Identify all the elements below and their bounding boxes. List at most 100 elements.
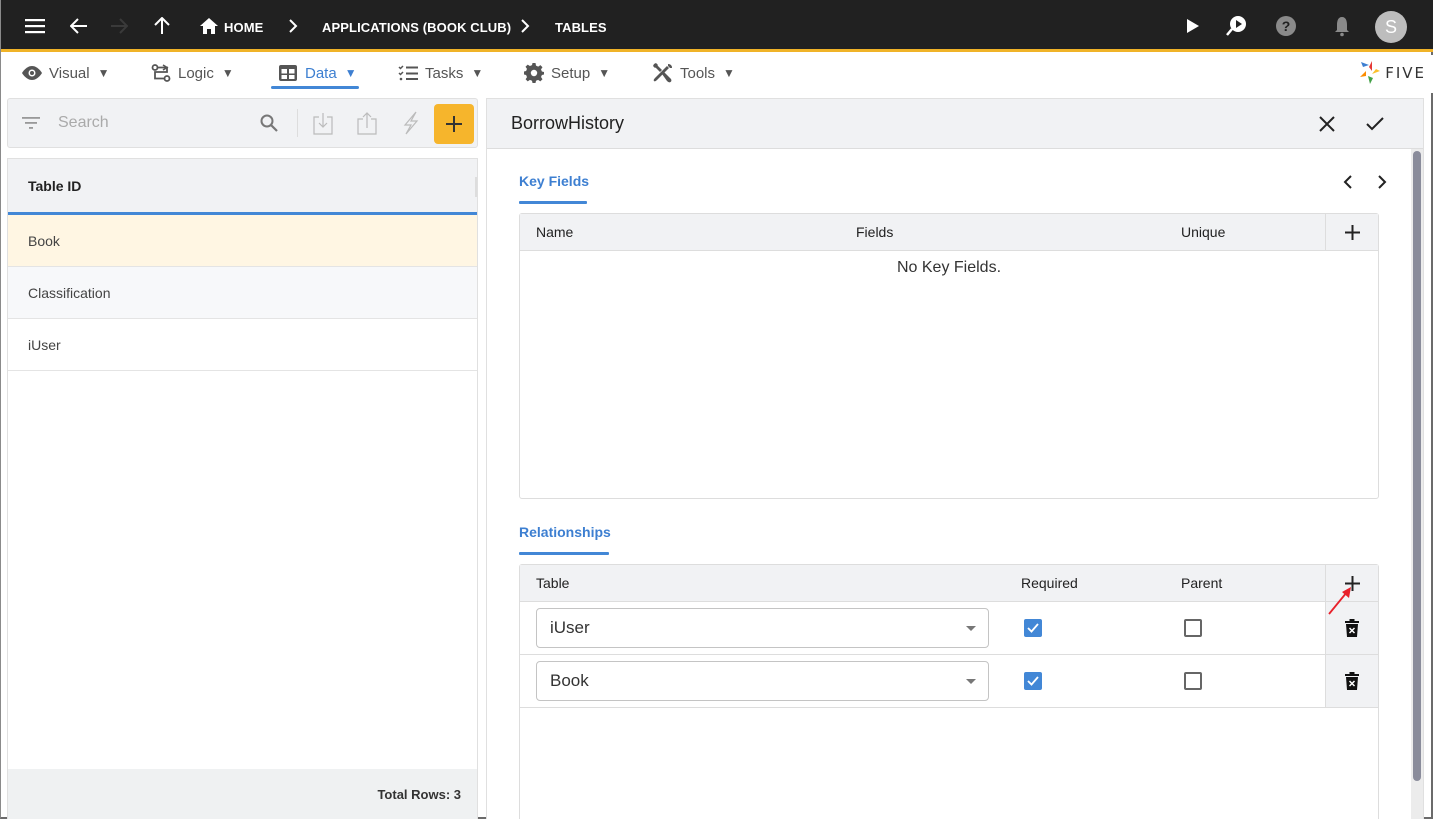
- menu-visual[interactable]: Visual ▼: [22, 55, 109, 91]
- help-icon[interactable]: ?: [1272, 12, 1300, 40]
- parent-checkbox[interactable]: [1184, 619, 1202, 637]
- required-checkbox[interactable]: [1024, 672, 1042, 690]
- home-icon[interactable]: [195, 12, 223, 40]
- play-icon[interactable]: [1179, 12, 1207, 40]
- avatar[interactable]: S: [1375, 11, 1407, 43]
- column-resizer[interactable]: [475, 177, 477, 197]
- search-input[interactable]: [58, 109, 248, 137]
- relationships-header: Table Required Parent: [520, 565, 1378, 602]
- relationships-tab-indicator: [519, 552, 609, 555]
- list-item-label: Classification: [28, 284, 111, 301]
- list-item[interactable]: Classification: [8, 267, 477, 319]
- search-run-icon[interactable]: [1222, 12, 1250, 40]
- five-logo: FIVE: [1359, 59, 1426, 87]
- menu-visual-label: Visual: [49, 64, 90, 82]
- logic-icon: [151, 64, 171, 82]
- svg-text:?: ?: [1282, 18, 1291, 34]
- required-checkbox[interactable]: [1024, 619, 1042, 637]
- menu-tools-label: Tools: [680, 64, 716, 82]
- list-item-label: iUser: [28, 336, 61, 353]
- import-icon[interactable]: [310, 110, 336, 136]
- eye-icon: [22, 66, 42, 80]
- tab-relationships[interactable]: Relationships: [519, 524, 611, 540]
- tables-list: Table ID Book Classification iUser Total…: [7, 158, 478, 819]
- chevron-left-icon[interactable]: [1337, 171, 1359, 193]
- table-select-value: Book: [550, 671, 589, 690]
- form-scrollbar-thumb[interactable]: [1413, 151, 1421, 781]
- list-item[interactable]: Book: [8, 215, 477, 267]
- record-form: BorrowHistory Key Fields Name Fields Uni…: [486, 98, 1424, 819]
- column-table-id: Table ID: [28, 177, 82, 194]
- add-record-button[interactable]: [434, 104, 474, 144]
- five-logo-text: FIVE: [1385, 64, 1426, 82]
- column-unique: Unique: [1181, 224, 1226, 240]
- menu-setup[interactable]: Setup ▼: [524, 55, 610, 91]
- check-icon[interactable]: [1362, 111, 1388, 137]
- menu-tools[interactable]: Tools ▼: [653, 55, 735, 91]
- list-footer: Total Rows: 3: [8, 769, 477, 819]
- delete-relationship-button[interactable]: [1325, 602, 1378, 654]
- menu-tasks[interactable]: Tasks ▼: [398, 55, 483, 91]
- empty-key-fields-message: No Key Fields.: [896, 259, 1002, 276]
- list-item[interactable]: iUser: [8, 319, 477, 371]
- caret-down-icon: ▼: [344, 66, 357, 80]
- menu-logic-label: Logic: [178, 64, 214, 82]
- search-icon[interactable]: [256, 110, 282, 136]
- delete-relationship-button[interactable]: [1325, 655, 1378, 707]
- menu-data-label: Data: [305, 64, 337, 82]
- five-logo-icon: [1360, 61, 1381, 84]
- table-select[interactable]: Book: [536, 661, 989, 701]
- column-table: Table: [536, 575, 570, 591]
- column-required: Required: [1021, 575, 1078, 591]
- close-icon[interactable]: [1314, 111, 1340, 137]
- caret-down-icon: ▼: [221, 66, 234, 80]
- total-rows: Total Rows: 3: [377, 786, 461, 802]
- key-fields-grid: Name Fields Unique No Key Fields.: [519, 213, 1379, 499]
- form-title: BorrowHistory: [511, 113, 625, 133]
- tab-key-fields[interactable]: Key Fields: [519, 173, 589, 189]
- add-key-field-button[interactable]: [1325, 214, 1378, 250]
- relationship-row: Book: [520, 655, 1378, 708]
- up-arrow-icon[interactable]: [148, 12, 176, 40]
- menu-logic[interactable]: Logic ▼: [151, 55, 234, 91]
- checkmark-icon: [1027, 676, 1039, 686]
- relationships-grid: Table Required Parent iUser Book: [519, 564, 1379, 819]
- dropdown-arrow-icon: [966, 626, 976, 631]
- list-column-header[interactable]: Table ID: [8, 159, 477, 215]
- active-menu-indicator: [271, 86, 359, 89]
- menu-setup-label: Setup: [551, 64, 591, 82]
- key-fields-header: Name Fields Unique: [520, 214, 1378, 251]
- bell-icon[interactable]: [1328, 12, 1356, 40]
- table-icon: [279, 65, 297, 81]
- trash-icon: [1345, 619, 1359, 637]
- table-select[interactable]: iUser: [536, 608, 989, 648]
- caret-down-icon: ▼: [97, 66, 110, 80]
- dropdown-arrow-icon: [966, 679, 976, 684]
- filter-icon[interactable]: [18, 110, 44, 136]
- plus-icon: [446, 116, 462, 132]
- breadcrumb-home[interactable]: HOME: [224, 0, 263, 52]
- tools-icon: [653, 63, 672, 83]
- breadcrumb-tables[interactable]: TABLES: [555, 0, 607, 52]
- form-header: BorrowHistory: [487, 99, 1423, 149]
- chevron-right-icon[interactable]: [1371, 171, 1393, 193]
- breadcrumb-applications[interactable]: APPLICATIONS (BOOK CLUB): [322, 0, 511, 52]
- export-icon[interactable]: [354, 110, 380, 136]
- list-toolbar: [7, 98, 478, 148]
- lightning-icon[interactable]: [398, 110, 424, 136]
- tasks-icon: [398, 65, 418, 81]
- form-scrollbar[interactable]: [1411, 149, 1423, 819]
- forward-arrow-icon[interactable]: [105, 12, 133, 40]
- chevron-right-icon: [289, 19, 298, 33]
- column-parent: Parent: [1181, 575, 1223, 591]
- back-arrow-icon[interactable]: [65, 12, 93, 40]
- relationship-row: iUser: [520, 602, 1378, 655]
- top-app-bar: HOME APPLICATIONS (BOOK CLUB) TABLES ? S: [1, 0, 1433, 52]
- caret-down-icon: ▼: [723, 66, 735, 80]
- main-menu-bar: Visual ▼ Logic ▼ Data ▼ Tasks ▼ Setup ▼ …: [1, 55, 1433, 93]
- table-select-value: iUser: [550, 618, 590, 637]
- add-relationship-button[interactable]: [1325, 565, 1378, 601]
- menu-icon[interactable]: [21, 12, 49, 40]
- column-fields: Fields: [856, 224, 894, 240]
- parent-checkbox[interactable]: [1184, 672, 1202, 690]
